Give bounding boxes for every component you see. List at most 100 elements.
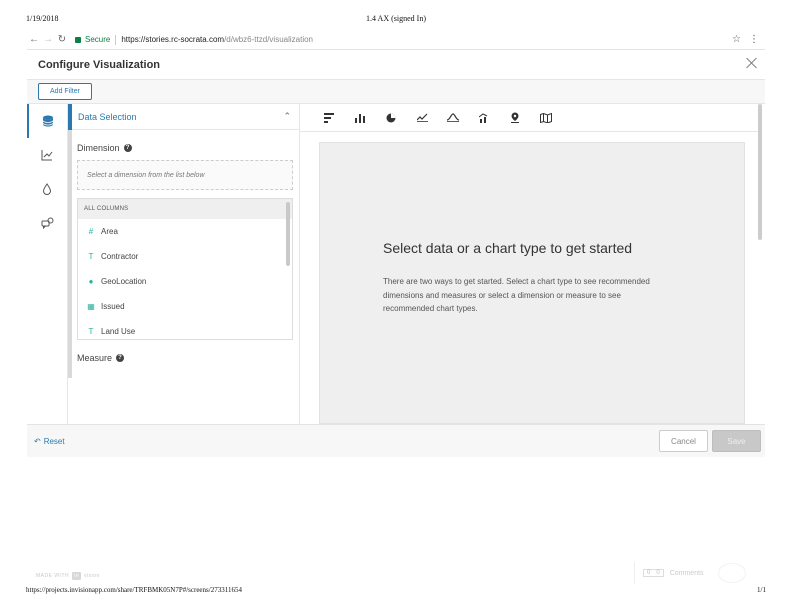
data-selection-panel: Data Selection ⌃ Dimension ? Select a di… [68,103,300,424]
add-filter-button[interactable]: Add Filter [38,83,92,100]
invision-badge[interactable]: MADE WITH in vision [36,572,100,580]
column-item-issued[interactable]: ▦ Issued [78,294,292,319]
location-pin-icon: ● [88,277,94,286]
measure-label-text: Measure [77,353,113,363]
reload-icon[interactable]: ↻ [55,33,69,47]
close-icon[interactable] [745,56,759,70]
chevron-up-icon[interactable]: ⌃ [283,111,291,122]
chart-type-pie[interactable] [382,109,400,127]
chart-type-line[interactable] [413,109,431,127]
pie-chart-icon [386,113,396,122]
configure-visualization-app: Configure Visualization Add Filter Data … [27,50,765,457]
bookmark-star-icon[interactable]: ☆ [732,34,741,45]
url-host: https://stories.rc-socrata.com [121,35,225,44]
map-pin-icon [511,112,519,123]
invision-logo-rest: vision [84,573,100,579]
column-item-area[interactable]: # Area [78,219,292,244]
secure-label: Secure [85,35,111,44]
app-title-bar: Configure Visualization [27,50,765,80]
line-chart-axis-icon [41,150,53,161]
side-nav [27,104,68,424]
chart-type-point-map[interactable] [506,109,524,127]
comments-label: Comments [669,569,704,577]
column-item-geolocation[interactable]: ● GeoLocation [78,269,292,294]
save-button[interactable]: Save [712,430,761,452]
undo-icon: ↶ [34,437,41,446]
page-title: Configure Visualization [38,59,161,71]
visualization-preview: Select data or a chart type to get start… [319,142,745,424]
main-scrollbar[interactable] [758,104,762,240]
comment-bubble-icon[interactable] [717,563,746,583]
invision-logo: in [72,572,82,580]
side-nav-axis[interactable] [27,138,67,172]
browser-menu-icon[interactable]: ⋮ [749,34,759,45]
browser-toolbar: ← → ↻ Secure https://stories.rc-socrata.… [27,30,765,50]
bottom-action-bar: ↶ Reset Cancel Save [27,424,765,457]
print-header: 1/19/2018 1.4 AX (signed In) [26,14,766,26]
side-nav-data[interactable] [27,104,67,138]
column-list: ALL COLUMNS # Area T Contractor ● GeoLoc… [77,198,293,340]
comment-count-b: 0 [656,570,660,576]
line-chart-icon [416,113,428,122]
column-label: Issued [101,302,125,311]
column-list-scrollbar[interactable] [286,202,290,266]
print-footer: https://projects.invisionapp.com/share/T… [26,586,766,598]
panel-accent-bar [68,104,72,378]
print-footer-url: https://projects.invisionapp.com/share/T… [26,586,242,594]
side-nav-color[interactable] [27,172,67,206]
dimension-label: Dimension ? [77,143,132,153]
database-icon [42,115,54,127]
lock-icon [75,36,81,43]
calendar-icon: ▦ [87,302,95,311]
empty-state-title: Select data or a chart type to get start… [383,240,633,256]
data-selection-header[interactable]: Data Selection ⌃ [68,103,299,130]
histogram-curve-icon [447,113,459,122]
dimension-label-text: Dimension [77,143,120,153]
column-chart-icon [355,113,365,123]
address-bar[interactable]: https://stories.rc-socrata.com/d/wbz6-tt… [121,35,313,44]
help-icon[interactable]: ? [123,144,132,152]
column-label: Contractor [101,252,139,261]
text-icon: T [88,327,94,336]
text-icon: T [88,252,94,261]
comments-widget[interactable]: 0 0 Comments [634,562,764,584]
chart-type-timeline[interactable] [475,109,493,127]
comment-counter: 0 0 [643,569,664,577]
side-nav-legend[interactable] [27,206,67,240]
measure-label: Measure ? [77,353,125,363]
chart-type-bar[interactable] [320,109,338,127]
combo-chart-icon [479,112,488,123]
url-path: /d/wbz6-ttzd/visualization [224,35,313,44]
column-label: Area [101,227,118,236]
legend-bubbles-icon [41,217,53,229]
chart-type-toolbar [300,104,760,132]
section-accent [68,103,72,130]
reset-button[interactable]: ↶ Reset [34,437,65,446]
column-item-contractor[interactable]: T Contractor [78,244,292,269]
filter-bar: Add Filter [27,80,765,104]
column-label: Land Use [101,327,136,336]
secure-indicator[interactable]: Secure [75,35,110,44]
section-title: Data Selection [78,111,137,122]
reset-label: Reset [43,437,65,446]
help-icon[interactable]: ? [116,354,125,362]
forward-icon[interactable]: → [41,33,55,47]
comment-count-a: 0 [647,570,651,576]
chart-type-region-map[interactable] [537,109,555,127]
empty-state-body: There are two ways to get started. Selec… [383,277,650,313]
chart-type-histogram[interactable] [444,109,462,127]
browser-window: ← → ↻ Secure https://stories.rc-socrata.… [27,30,765,457]
region-map-icon [540,112,552,123]
column-item-land-use[interactable]: T Land Use [78,319,292,339]
print-page-number: 1/1 [757,586,766,594]
dimension-dropzone[interactable]: Select a dimension from the list below [77,160,293,190]
back-icon[interactable]: ← [27,33,41,47]
column-label: GeoLocation [101,277,147,286]
cancel-button[interactable]: Cancel [659,430,708,452]
print-title: 1.4 AX (signed In) [366,14,426,23]
column-list-header: ALL COLUMNS [78,199,292,219]
visualization-area: Select data or a chart type to get start… [300,104,765,424]
made-with-text: MADE WITH [36,573,70,579]
url-separator [115,34,117,45]
chart-type-column[interactable] [351,109,369,127]
